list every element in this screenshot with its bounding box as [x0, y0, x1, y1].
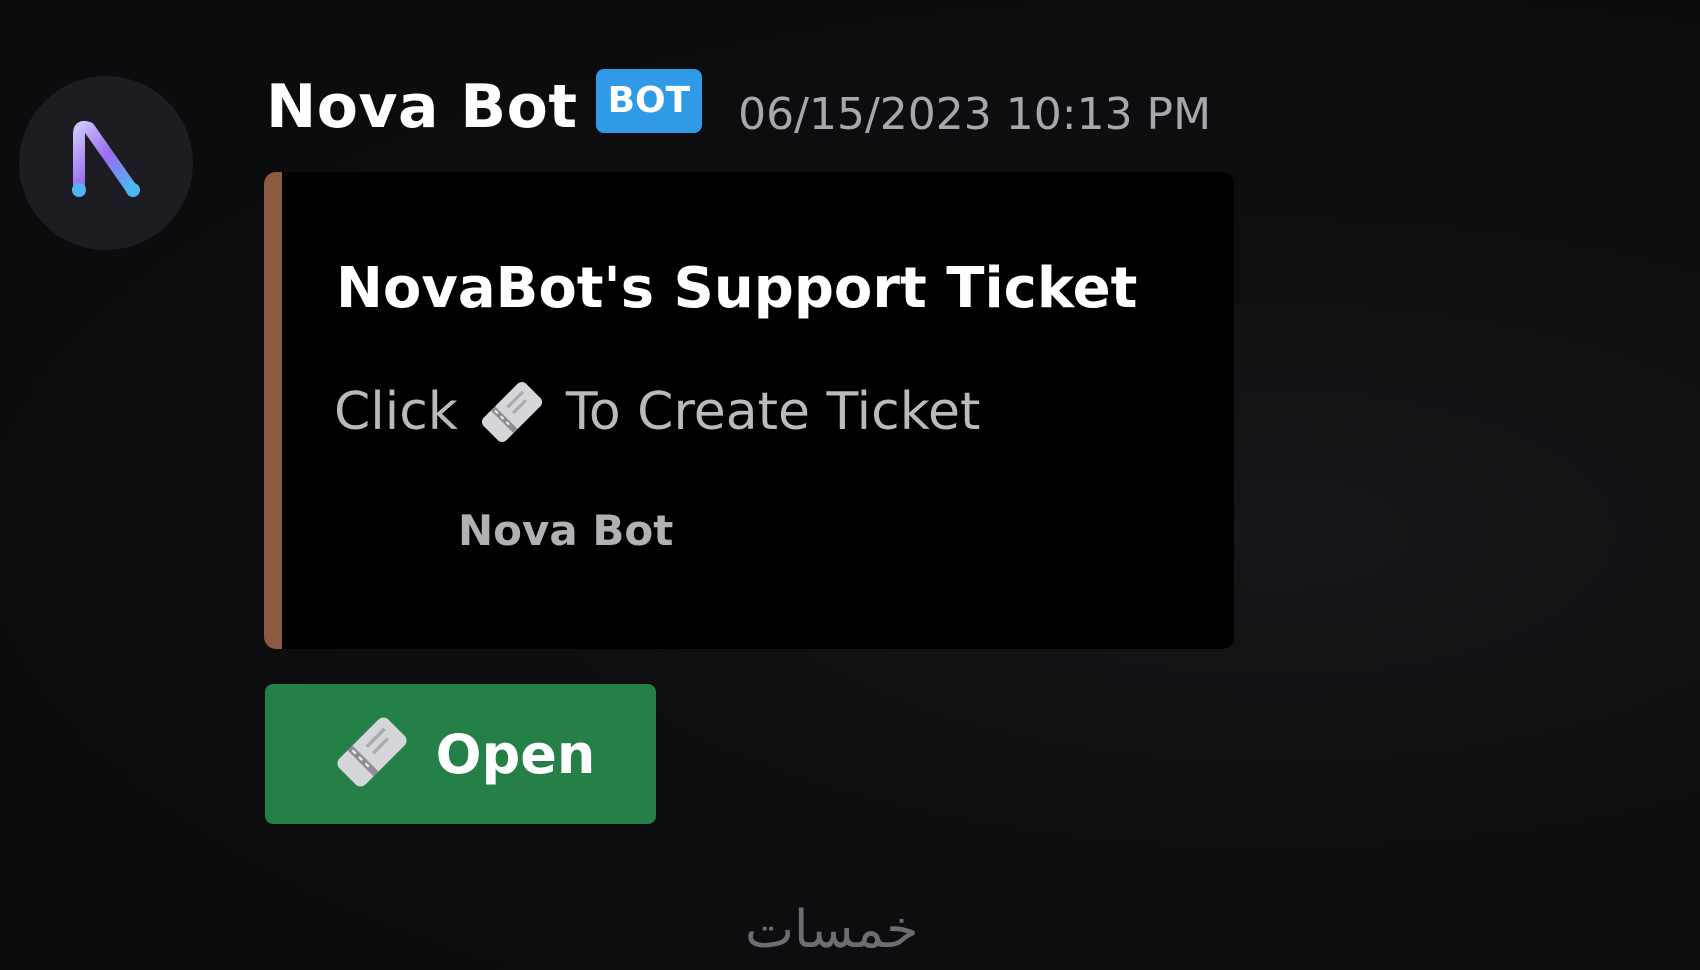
author-name[interactable]: Nova Bot: [266, 72, 578, 142]
nova-n-logo-icon: [72, 120, 140, 197]
embed-footer-text: Nova Bot: [458, 506, 674, 555]
open-button-label: Open: [435, 722, 596, 786]
discord-message-view: Nova Bot BOT 06/15/2023 10:13 PM NovaBot…: [0, 0, 1700, 970]
embed-description: Click To Create Ticket: [334, 372, 980, 452]
ticket-icon: [472, 372, 552, 452]
support-embed: NovaBot's Support Ticket Click To Create…: [264, 172, 1234, 649]
ticket-icon: [326, 706, 418, 802]
description-prefix: Click: [334, 382, 458, 442]
watermark-logo: خمسات: [745, 900, 919, 960]
embed-accent-bar: [264, 172, 282, 649]
bot-badge: BOT: [595, 69, 703, 133]
message-header: Nova Bot BOT 06/15/2023 10:13 PM: [266, 69, 1212, 142]
avatar[interactable]: [19, 76, 193, 250]
open-ticket-button[interactable]: Open: [265, 684, 656, 824]
description-suffix: To Create Ticket: [565, 382, 981, 442]
embed-title: NovaBot's Support Ticket: [336, 256, 1138, 321]
message-timestamp: 06/15/2023 10:13 PM: [738, 88, 1212, 140]
